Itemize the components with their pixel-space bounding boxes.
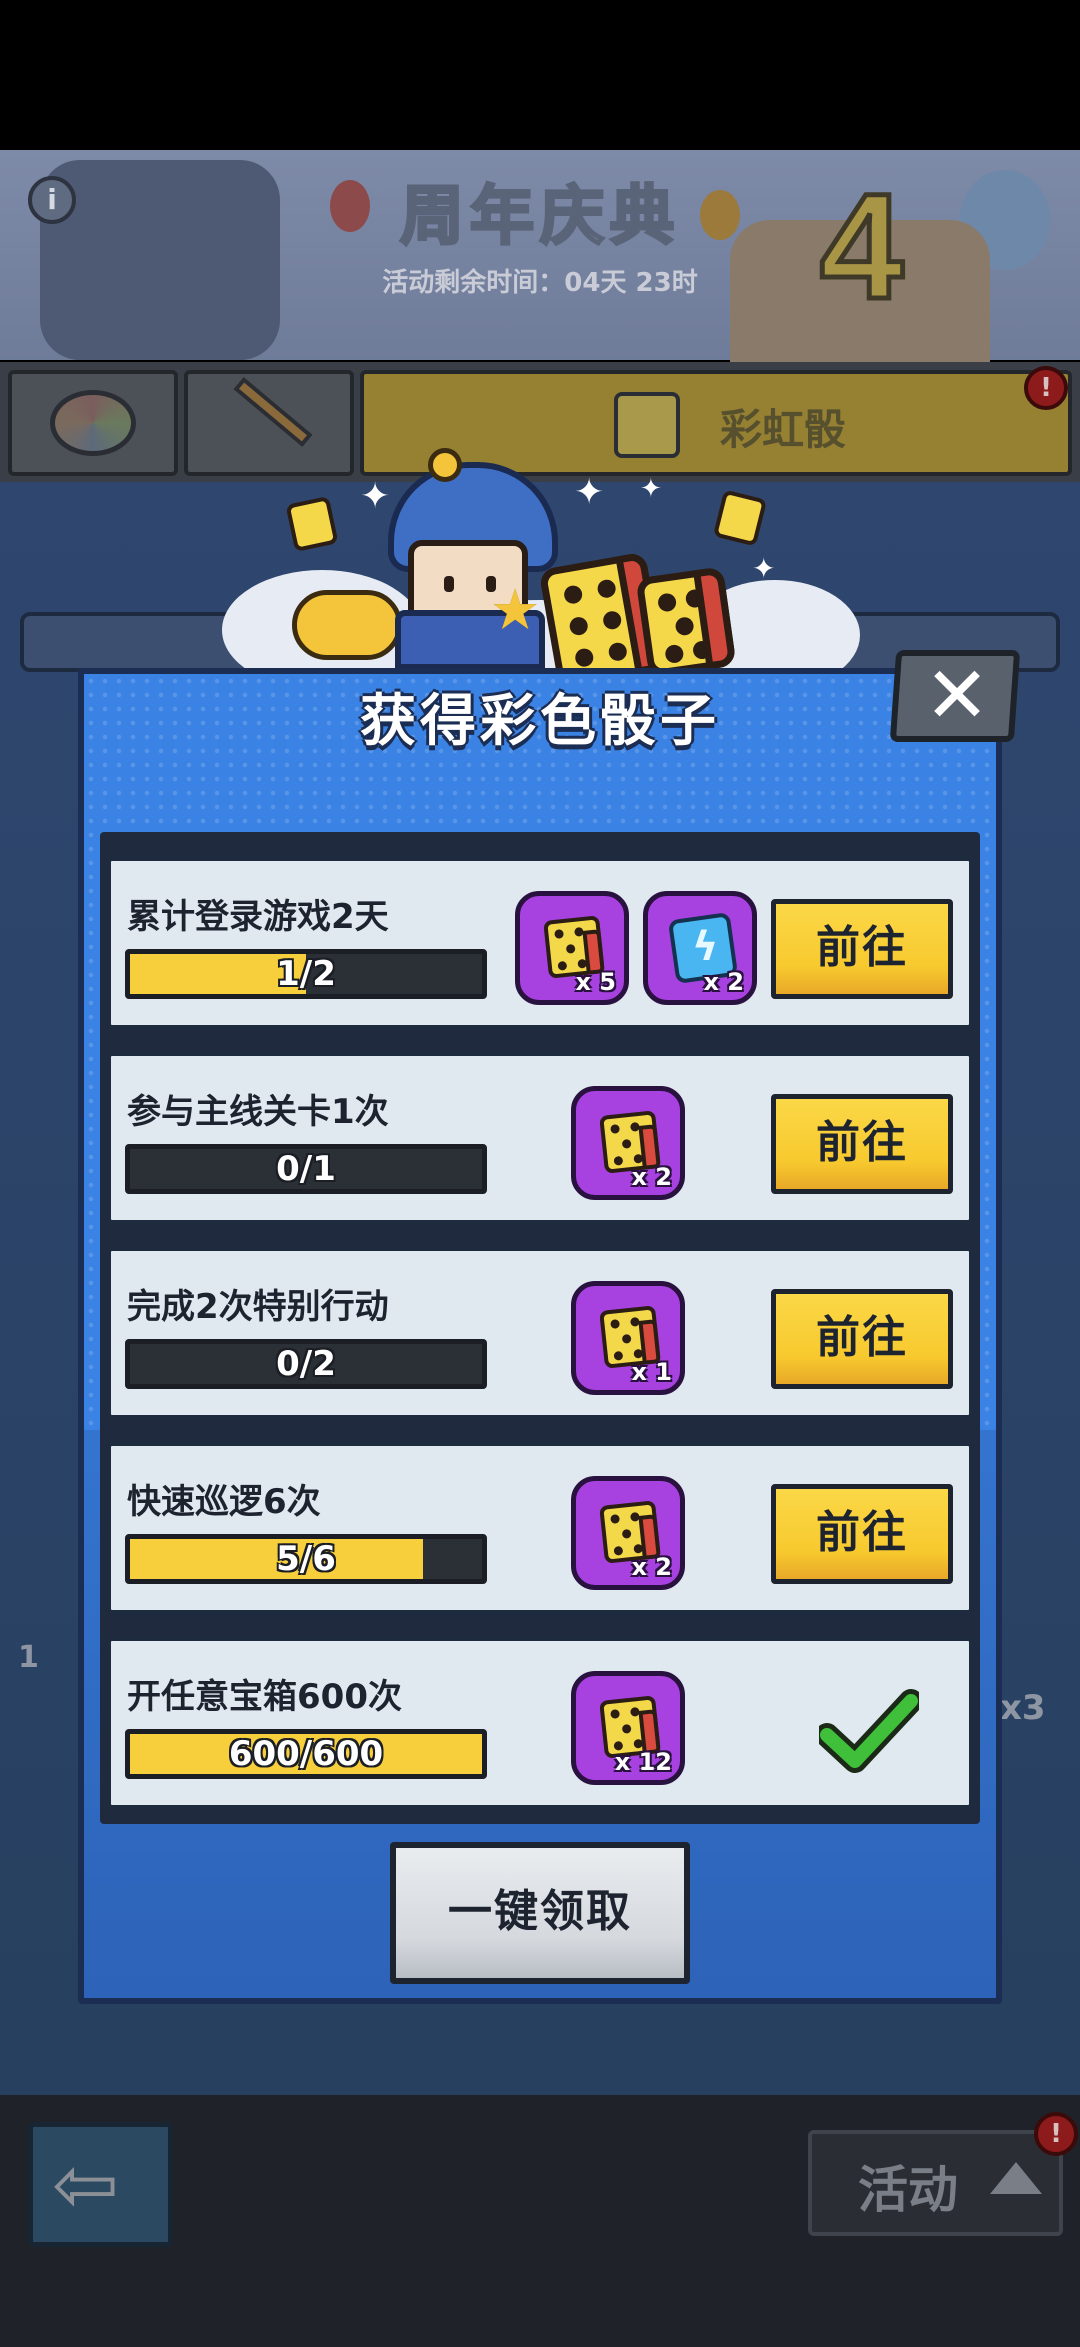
reward-quantity: x 1 [631, 1358, 672, 1386]
reward-quantity: x 5 [575, 968, 616, 996]
task-row: 开任意宝箱600次 600/600 x 12 [106, 1636, 974, 1810]
tab-alert-badge: ! [1024, 366, 1068, 410]
reward-dice[interactable]: x 12 [571, 1671, 685, 1785]
close-icon[interactable]: ✕ [917, 648, 997, 744]
task-title: 参与主线关卡1次 [127, 1092, 389, 1132]
task-title: 快速巡逻6次 [127, 1482, 321, 1522]
go-button[interactable]: 前往 [771, 1289, 953, 1389]
dice-pip [610, 1319, 621, 1329]
reward-dice[interactable]: x 2 [571, 1086, 685, 1200]
dice-pip [613, 1350, 624, 1361]
reward-dice[interactable]: x 1 [571, 1281, 685, 1395]
wheel-icon [50, 390, 136, 456]
dice-pip [621, 1138, 632, 1149]
anniversary-number: 4 [817, 160, 905, 333]
tab-rainbow-dice[interactable] [360, 370, 1072, 476]
task-title: 完成2次特别行动 [127, 1287, 389, 1327]
sparkle-icon: ✦ [574, 472, 605, 513]
dice-icon [614, 392, 680, 458]
dice-pip [664, 643, 685, 665]
reward-dice[interactable]: x 5 [515, 891, 629, 1005]
claim-all-button[interactable]: 一键领取 [390, 1842, 690, 1984]
dice-pip [601, 609, 623, 631]
reward-quantity: x 2 [631, 1553, 672, 1581]
task-progress-bar: 1/2 [125, 949, 487, 999]
star-icon: ★ [490, 578, 541, 643]
task-row: 快速巡逻6次 5/6 x 2 前往 [106, 1441, 974, 1615]
dice-pip [557, 960, 568, 971]
tab-rainbow-dice-label: 彩虹骰 [720, 405, 847, 454]
task-progress-bar: 0/2 [125, 1339, 487, 1389]
task-title: 累计登录游戏2天 [127, 897, 389, 937]
dice-pip [613, 1155, 624, 1166]
reward-quantity: x 12 [614, 1748, 672, 1776]
dice-pip [562, 584, 584, 606]
task-progress-bar: 0/1 [125, 1144, 487, 1194]
mascot-pom [428, 448, 462, 482]
dice-icon [635, 566, 737, 678]
go-button[interactable]: 前往 [771, 1094, 953, 1194]
tab-pickaxe[interactable] [184, 370, 354, 476]
dice-pip [573, 647, 595, 669]
dice-pip [610, 1514, 621, 1524]
activity-alert-badge: ! [1034, 2112, 1078, 2156]
chevron-up-icon [990, 2162, 1042, 2194]
task-progress-text: 5/6 [276, 1539, 336, 1579]
task-progress-bar: 600/600 [125, 1729, 487, 1779]
reward-crystal[interactable]: ϟ x 2 [643, 891, 757, 1005]
dice-pip [613, 1545, 624, 1556]
dice-pip [568, 615, 590, 637]
dice-pip [610, 1124, 621, 1134]
sparkle-icon: ✦ [752, 552, 776, 585]
dice-pip [565, 943, 576, 954]
task-progress-text: 0/2 [276, 1344, 336, 1384]
reward-dice[interactable]: x 2 [571, 1476, 685, 1590]
go-button[interactable]: 前往 [771, 1484, 953, 1584]
side-count: x3 [1000, 1688, 1046, 1728]
dice-pip [610, 1709, 621, 1719]
task-progress-text: 1/2 [276, 954, 336, 994]
task-title: 开任意宝箱600次 [127, 1677, 402, 1717]
task-progress-text: 0/1 [276, 1149, 336, 1189]
sparkle-icon: ✦ [640, 474, 662, 504]
dice-pip [621, 1333, 632, 1344]
activity-button-label: 活动 [858, 2161, 958, 2219]
reward-quantity: x 2 [703, 968, 744, 996]
dice-pip [674, 616, 695, 637]
completed-check-icon [819, 1689, 919, 1773]
task-row: 累计登录游戏2天 1/2 x 5 ϟ x 2 前往 [106, 856, 974, 1030]
back-arrow-icon: ⇦ [52, 2138, 120, 2231]
tab-wheel[interactable] [8, 370, 178, 476]
task-progress-text: 600/600 [228, 1734, 384, 1774]
task-row: 完成2次特别行动 0/2 x 1 前往 [106, 1246, 974, 1420]
reward-quantity: x 2 [631, 1163, 672, 1191]
dice-pip [607, 641, 629, 663]
status-bar-area [0, 0, 1080, 150]
pickaxe-icon [233, 376, 313, 448]
gold-coins-icon [292, 590, 402, 660]
event-time-remaining: 活动剩余时间：04天 23时 [382, 268, 698, 298]
banner-title: 周年庆典 [399, 179, 680, 256]
task-progress-bar: 5/6 [125, 1534, 487, 1584]
task-row: 参与主线关卡1次 0/1 x 2 前往 [106, 1051, 974, 1225]
mascot-eye [444, 576, 454, 592]
dice-pip [621, 1723, 632, 1734]
lightning-icon: ϟ [692, 924, 719, 970]
dice-pip [554, 929, 565, 939]
dice-pip [656, 592, 678, 613]
go-button[interactable]: 前往 [771, 899, 953, 999]
sparkle-icon: ✦ [360, 476, 391, 517]
dice-pip [621, 1528, 632, 1539]
side-count: 1 [18, 1640, 39, 1675]
dialog-title: 获得彩色骰子 [360, 689, 720, 754]
dice-pip [596, 578, 618, 600]
